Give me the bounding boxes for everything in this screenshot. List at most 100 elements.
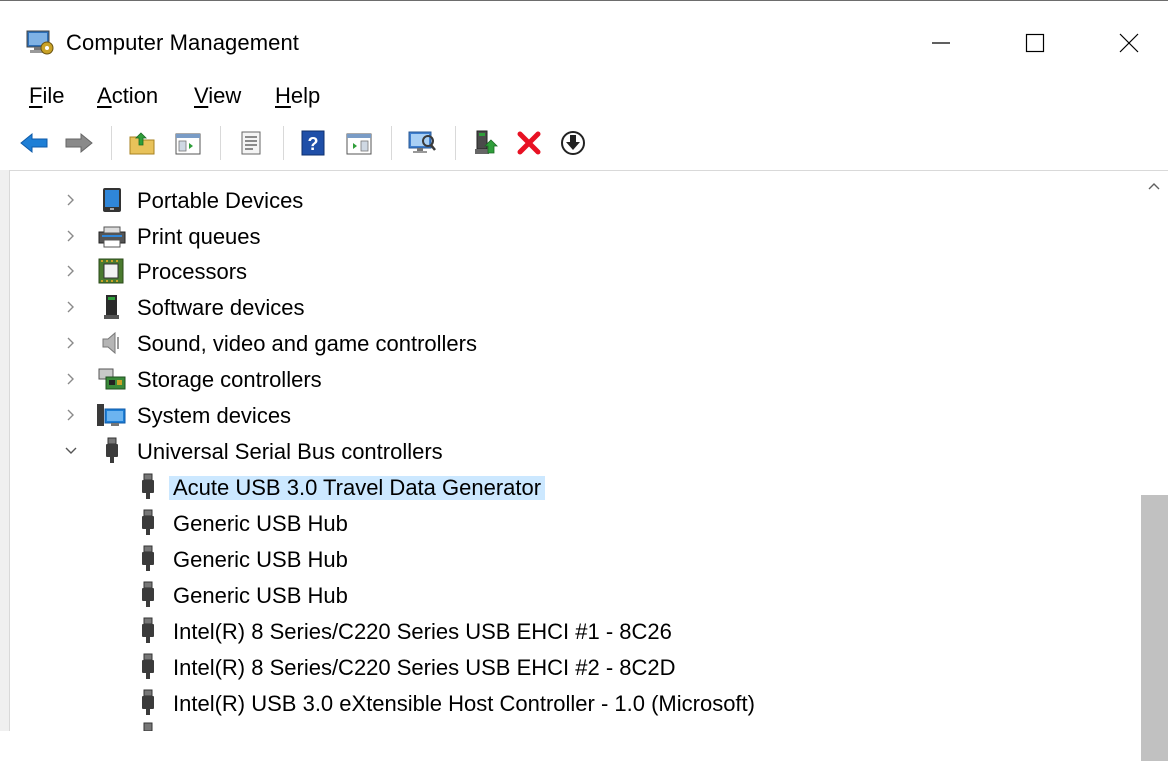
tree-item-label: Processors <box>137 259 248 284</box>
tree-item-acute-usb-travel-data-generator[interactable]: Acute USB 3.0 Travel Data Generator <box>0 470 1138 504</box>
show-hide-console-tree-icon <box>175 133 201 155</box>
toolbar-separator <box>455 126 456 160</box>
processor-icon <box>98 258 124 284</box>
usb-icon <box>142 473 154 499</box>
tree-item-intel-usb-ehci-2[interactable]: Intel(R) 8 Series/C220 Series USB EHCI #… <box>0 650 1138 684</box>
usb-icon <box>106 437 118 463</box>
chevron-right-icon[interactable] <box>64 193 78 207</box>
back-icon <box>20 132 48 154</box>
scroll-track[interactable] <box>1139 201 1168 761</box>
help-icon: ? <box>301 130 325 156</box>
menu-help[interactable]: Help <box>273 83 322 109</box>
disable-device-icon <box>561 131 585 155</box>
toolbar: ? <box>0 118 1168 168</box>
tree-item-label: Storage controllers <box>137 367 322 392</box>
help-button[interactable]: ? <box>296 126 330 160</box>
minimize-icon <box>932 42 950 44</box>
usb-icon <box>142 617 154 643</box>
tree-item-label: Software devices <box>137 295 305 320</box>
chevron-right-icon[interactable] <box>64 229 78 243</box>
chevron-up-icon <box>1148 183 1159 190</box>
uninstall-device-button[interactable] <box>512 126 546 160</box>
update-driver-button[interactable] <box>468 126 502 160</box>
menu-file[interactable]: File <box>27 83 66 109</box>
tree-item-label: Sound, video and game controllers <box>137 331 477 356</box>
chevron-right-icon[interactable] <box>64 300 78 314</box>
tree-item-system-devices[interactable]: System devices <box>0 398 1138 432</box>
show-hide-console-tree-button[interactable] <box>171 126 205 160</box>
usb-icon <box>142 545 154 571</box>
back-button[interactable] <box>17 126 51 160</box>
chevron-right-icon[interactable] <box>64 408 78 422</box>
tree-item-label: Print queues <box>137 224 261 249</box>
tree-item-intel-usb-ehci-1[interactable]: Intel(R) 8 Series/C220 Series USB EHCI #… <box>0 614 1138 648</box>
chevron-right-icon[interactable] <box>64 372 78 386</box>
scan-hardware-icon <box>408 131 436 153</box>
system-device-icon <box>97 404 126 426</box>
update-driver-icon <box>475 130 498 154</box>
toolbar-separator <box>220 126 221 160</box>
portable-device-icon <box>103 188 121 212</box>
tree-item-label: Generic USB Hub <box>173 583 348 608</box>
maximize-button[interactable] <box>1004 19 1066 67</box>
tree-item-print-queues[interactable]: Print queues <box>0 219 1138 253</box>
tree-item-label: Generic USB Hub <box>173 547 348 572</box>
scan-hardware-button[interactable] <box>404 126 440 160</box>
menu-action-accelerator: A <box>97 83 112 108</box>
usb-icon <box>143 722 153 731</box>
tree-item-label: Intel(R) 8 Series/C220 Series USB EHCI #… <box>173 655 676 680</box>
chevron-down-icon[interactable] <box>64 444 78 458</box>
menu-view-accelerator: V <box>194 83 209 108</box>
menu-action[interactable]: Action <box>95 83 160 109</box>
uninstall-device-icon <box>517 131 541 155</box>
show-hide-action-pane-button[interactable] <box>342 126 376 160</box>
menu-bar: File Action View Help <box>0 75 1168 117</box>
properties-icon <box>241 131 261 155</box>
menu-file-label: ile <box>42 83 65 108</box>
speaker-icon <box>102 331 119 355</box>
window-title: Computer Management <box>66 30 300 55</box>
close-button[interactable] <box>1098 19 1160 67</box>
usb-icon <box>142 689 154 715</box>
menu-help-accelerator: H <box>275 83 291 108</box>
menu-action-label: ction <box>111 83 159 108</box>
tree-item-storage-controllers[interactable]: Storage controllers <box>0 362 1138 396</box>
menu-view-label: iew <box>208 83 242 108</box>
disable-device-button[interactable] <box>556 126 590 160</box>
up-folder-icon <box>129 132 155 155</box>
tree-item-sound-video-game-controllers[interactable]: Sound, video and game controllers <box>0 326 1138 360</box>
storage-controller-icon <box>98 368 126 390</box>
usb-icon <box>142 581 154 607</box>
forward-button[interactable] <box>62 126 96 160</box>
menu-view[interactable]: View <box>192 83 243 109</box>
usb-icon <box>142 509 154 535</box>
menu-file-accelerator: F <box>29 83 43 108</box>
toolbar-separator <box>283 126 284 160</box>
chevron-right-icon[interactable] <box>64 336 78 350</box>
properties-button[interactable] <box>234 126 268 160</box>
vertical-scrollbar[interactable] <box>1139 171 1168 761</box>
tree-item-processors[interactable]: Processors <box>0 254 1138 288</box>
software-device-icon <box>104 295 119 319</box>
tree-item-label: Acute USB 3.0 Travel Data Generator <box>169 476 546 500</box>
tree-item-universal-serial-bus-controllers[interactable]: Universal Serial Bus controllers <box>0 434 1138 468</box>
chevron-right-icon[interactable] <box>64 264 78 278</box>
forward-icon <box>65 132 93 154</box>
tree-item-generic-usb-hub[interactable]: Generic USB Hub <box>0 542 1138 576</box>
tree-item-generic-usb-hub[interactable]: Generic USB Hub <box>0 578 1138 612</box>
toolbar-separator <box>111 126 112 160</box>
close-icon <box>1119 33 1139 53</box>
tree-item-label: System devices <box>137 403 292 428</box>
minimize-button[interactable] <box>910 19 972 67</box>
tree-item-portable-devices[interactable]: Portable Devices <box>0 183 1138 217</box>
tree-item-label: Intel(R) USB 3.0 eXtensible Host Control… <box>173 691 755 716</box>
tree-item-software-devices[interactable]: Software devices <box>0 290 1138 324</box>
up-folder-button[interactable] <box>125 126 159 160</box>
usb-icon <box>142 653 154 679</box>
tree-item-intel-usb-xhci[interactable]: Intel(R) USB 3.0 eXtensible Host Control… <box>0 686 1138 720</box>
tree-item-label: Universal Serial Bus controllers <box>137 439 443 464</box>
tree-item-generic-usb-hub[interactable]: Generic USB Hub <box>0 506 1138 540</box>
title-bar[interactable]: Computer Management <box>0 1 1168 75</box>
scroll-thumb[interactable] <box>1141 495 1168 761</box>
scroll-up-button[interactable] <box>1139 171 1168 201</box>
